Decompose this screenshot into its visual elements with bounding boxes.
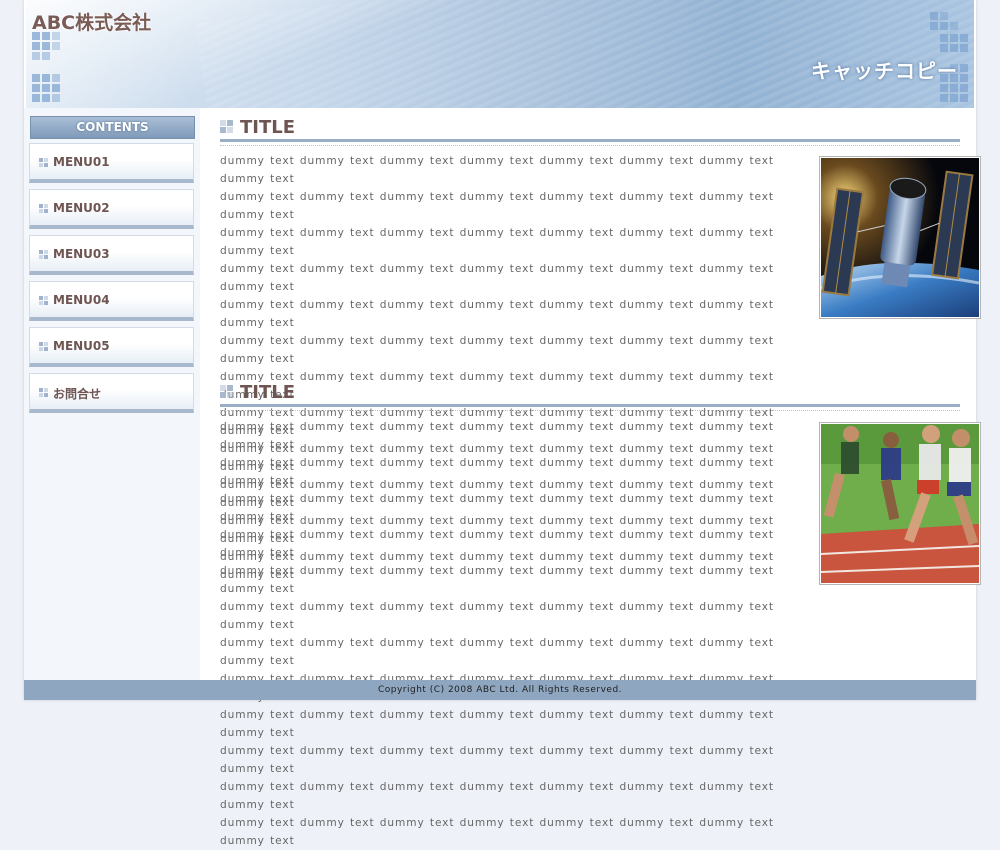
sidebar-item-label: MENU03 — [53, 247, 110, 261]
menu-bullet-icon — [39, 204, 48, 213]
body-line: dummy text dummy text dummy text dummy t… — [220, 781, 774, 811]
footer-copyright: Copyright (C) 2008 ABC Ltd. All Rights R… — [24, 680, 976, 700]
title-dotted-rule — [220, 145, 960, 146]
catch-copy: キャッチコピー — [811, 59, 958, 83]
sidebar-item-label: MENU05 — [53, 339, 110, 353]
body-line: dummy text dummy text dummy text dummy t… — [220, 529, 774, 559]
body-line: dummy text dummy text dummy text dummy t… — [220, 421, 774, 451]
body-line: dummy text dummy text dummy text dummy t… — [220, 565, 774, 595]
company-logo-text[interactable]: ABC株式会社 — [32, 8, 151, 35]
sidebar-item-label: MENU02 — [53, 201, 110, 215]
body-line: dummy text dummy text dummy text dummy t… — [220, 299, 774, 329]
title-underline — [220, 139, 960, 142]
sidebar-item-menu02[interactable]: MENU02 — [29, 189, 194, 229]
body-line: dummy text dummy text dummy text dummy t… — [220, 191, 774, 221]
body-line: dummy text dummy text dummy text dummy t… — [220, 745, 774, 775]
sidebar-heading: CONTENTS — [30, 116, 195, 139]
space-telescope-image — [820, 158, 980, 317]
sidebar-item-menu01[interactable]: MENU01 — [29, 143, 194, 183]
sidebar-item-label: MENU01 — [53, 155, 110, 169]
body-line: dummy text dummy text dummy text dummy t… — [220, 155, 774, 185]
section-body: dummy text dummy text dummy text dummy t… — [220, 418, 785, 850]
title-dotted-rule — [220, 410, 960, 411]
body-line: dummy text dummy text dummy text dummy t… — [220, 227, 774, 257]
body-line: dummy text dummy text dummy text dummy t… — [220, 335, 774, 365]
sidebar-item-menu05[interactable]: MENU05 — [29, 327, 194, 367]
header-sheen — [195, 0, 974, 108]
body-line: dummy text dummy text dummy text dummy t… — [220, 709, 774, 739]
body-line: dummy text dummy text dummy text dummy t… — [220, 601, 774, 631]
section-title: TITLE — [240, 382, 296, 403]
menu-bullet-icon — [39, 342, 48, 351]
section-title: TITLE — [240, 117, 296, 138]
body-line: dummy text dummy text dummy text dummy t… — [220, 457, 774, 487]
sprinters-image — [820, 424, 980, 583]
title-underline — [220, 404, 960, 407]
title-bullet-icon — [220, 385, 234, 399]
body-line: dummy text dummy text dummy text dummy t… — [220, 637, 774, 667]
sidebar-item-menu04[interactable]: MENU04 — [29, 281, 194, 321]
sidebar-item-menu03[interactable]: MENU03 — [29, 235, 194, 275]
sprinters-photo — [819, 422, 981, 585]
menu-bullet-icon — [39, 296, 48, 305]
sidebar-item-contact[interactable]: お問合せ — [29, 373, 194, 413]
body-line: dummy text dummy text dummy text dummy t… — [220, 817, 774, 847]
space-telescope-photo — [819, 156, 981, 319]
menu-bullet-icon — [39, 250, 48, 259]
header-banner: ABC株式会社 キャッチコピー — [26, 0, 974, 108]
body-line: dummy text dummy text dummy text dummy t… — [220, 493, 774, 523]
sidebar-item-label: MENU04 — [53, 293, 110, 307]
page: ABC株式会社 キャッチコピー CONTENTS MENU01 MENU02 M… — [24, 0, 981, 847]
section-title-row: TITLE — [220, 373, 960, 411]
body-line: dummy text dummy text dummy text dummy t… — [220, 263, 774, 293]
menu-bullet-icon — [39, 158, 48, 167]
sidebar: CONTENTS MENU01 MENU02 MENU03 MENU04 MEN… — [24, 108, 200, 680]
section-title-row: TITLE — [220, 108, 960, 146]
sidebar-item-label: お問合せ — [53, 387, 102, 401]
title-bullet-icon — [220, 120, 234, 134]
menu-bullet-icon — [39, 388, 48, 397]
